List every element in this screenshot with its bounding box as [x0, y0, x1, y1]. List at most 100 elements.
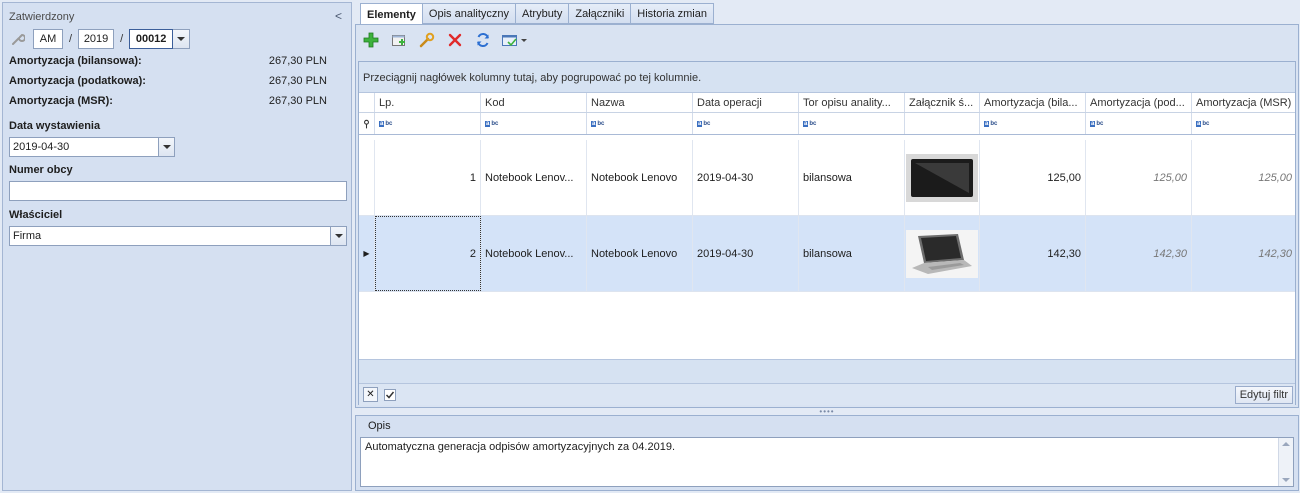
- owner-label: Właściciel: [9, 209, 63, 221]
- description-textarea[interactable]: Automatyczna generacja odpisów amortyzac…: [360, 437, 1294, 487]
- wrench-icon[interactable]: [9, 30, 27, 48]
- cell-amortyzacja-podatkowa[interactable]: 125,00: [1086, 140, 1192, 215]
- cell-amortyzacja-bilansowa[interactable]: 125,00: [980, 140, 1086, 215]
- text-filter-icon: a bc: [803, 120, 817, 127]
- table-row[interactable]: 1 Notebook Lenov... Notebook Lenovo 2019…: [359, 140, 1295, 216]
- filter-tor-opisu[interactable]: a bc: [799, 113, 905, 134]
- document-status: Zatwierdzony: [9, 11, 75, 23]
- cell-kod[interactable]: Notebook Lenov...: [481, 140, 587, 215]
- tablet-thumbnail-image: [906, 153, 978, 202]
- clear-filter-icon[interactable]: ✕: [363, 387, 378, 402]
- collapse-panel-icon[interactable]: <: [335, 9, 342, 23]
- number-prefix-field[interactable]: AM: [33, 29, 63, 49]
- elements-grid: Przeciągnij nagłówek kolumny tutaj, aby …: [358, 61, 1296, 405]
- cell-nazwa[interactable]: Notebook Lenovo: [587, 140, 693, 215]
- tab-atrybuty[interactable]: Atrybuty: [515, 3, 569, 24]
- column-header-data-operacji[interactable]: Data operacji: [693, 93, 799, 112]
- cell-amortyzacja-bilansowa[interactable]: 142,30: [980, 216, 1086, 291]
- amortization-tax-label: Amortyzacja (podatkowa):: [9, 75, 146, 87]
- group-by-hint[interactable]: Przeciągnij nagłówek kolumny tutaj, aby …: [359, 62, 1295, 93]
- tab-opis-analityczny[interactable]: Opis analityczny: [421, 3, 516, 24]
- tab-historia-zmian[interactable]: Historia zmian: [630, 3, 714, 24]
- cell-tor-opisu[interactable]: bilansowa: [799, 216, 905, 291]
- cell-tor-opisu[interactable]: bilansowa: [799, 140, 905, 215]
- issue-date-value: 2019-04-30: [13, 141, 70, 153]
- foreign-number-label: Numer obcy: [9, 164, 73, 176]
- chevron-down-icon: [162, 145, 171, 149]
- cell-data-operacji[interactable]: 2019-04-30: [693, 216, 799, 291]
- table-row[interactable]: ▶ 2 Notebook Lenov... Notebook Lenovo 20…: [359, 216, 1295, 292]
- cell-amortyzacja-msr[interactable]: 142,30: [1192, 216, 1296, 291]
- chevron-down-icon: [177, 37, 186, 41]
- column-header-amortyzacja-msr[interactable]: Amortyzacja (MSR): [1192, 93, 1296, 112]
- calendar-dropdown-button[interactable]: [158, 138, 174, 156]
- column-header-nazwa[interactable]: Nazwa: [587, 93, 693, 112]
- issue-date-field[interactable]: 2019-04-30: [9, 137, 175, 157]
- filter-enabled-checkbox[interactable]: [382, 387, 397, 402]
- description-scrollbar[interactable]: [1278, 438, 1293, 486]
- issue-date-label: Data wystawienia: [9, 120, 101, 132]
- filter-zalacznik[interactable]: [905, 113, 980, 134]
- delete-icon[interactable]: [444, 29, 466, 51]
- column-header-amortyzacja-bilansowa[interactable]: Amortyzacja (bila...: [980, 93, 1086, 112]
- filter-amortyzacja-bilansowa[interactable]: a bc: [980, 113, 1086, 134]
- laptop-thumbnail-image: [906, 229, 978, 278]
- cell-lp[interactable]: 1: [375, 140, 481, 215]
- owner-select[interactable]: Firma: [9, 226, 347, 246]
- filter-kod[interactable]: a bc: [481, 113, 587, 134]
- column-header-lp[interactable]: Lp.: [375, 93, 481, 112]
- amortization-tax-value: 267,30 PLN: [268, 75, 327, 87]
- number-separator: /: [120, 33, 124, 45]
- cell-zalacznik[interactable]: [905, 140, 980, 215]
- tab-zalaczniki[interactable]: Załączniki: [568, 3, 631, 24]
- edit-filter-button[interactable]: Edytuj filtr: [1234, 386, 1293, 404]
- filter-amortyzacja-msr[interactable]: a bc: [1192, 113, 1296, 134]
- grid-toolbar: [360, 29, 530, 51]
- description-text: Automatyczna generacja odpisów amortyzac…: [365, 441, 676, 453]
- filter-nazwa[interactable]: a bc: [587, 113, 693, 134]
- scroll-down-icon[interactable]: [1282, 478, 1290, 482]
- edit-wrench-icon[interactable]: [416, 29, 438, 51]
- document-header-panel: Zatwierdzony < AM / 2019 / 00012 Amortyz…: [2, 2, 352, 491]
- filter-lp[interactable]: a bc: [375, 113, 481, 134]
- grid-summary-footer: [359, 359, 1295, 383]
- cell-zalacznik[interactable]: [905, 216, 980, 291]
- panel-splitter-handle[interactable]: ••••: [355, 407, 1299, 416]
- add-icon[interactable]: [360, 29, 382, 51]
- cell-lp[interactable]: 2: [375, 216, 481, 291]
- text-filter-icon: a bc: [1090, 120, 1104, 127]
- description-panel: Opis Automatyczna generacja odpisów amor…: [355, 415, 1299, 491]
- column-header-amortyzacja-podatkowa[interactable]: Amortyzacja (pod...: [1086, 93, 1192, 112]
- cell-kod[interactable]: Notebook Lenov...: [481, 216, 587, 291]
- column-header-kod[interactable]: Kod: [481, 93, 587, 112]
- description-label: Opis: [368, 420, 391, 432]
- filter-pin-icon[interactable]: [359, 113, 375, 134]
- amortization-tax-row: Amortyzacja (podatkowa): 267,30 PLN: [9, 75, 327, 89]
- add-from-list-icon[interactable]: [388, 29, 410, 51]
- filter-amortyzacja-podatkowa[interactable]: a bc: [1086, 113, 1192, 134]
- row-selected-indicator-icon: ▶: [359, 216, 375, 291]
- foreign-number-input[interactable]: [9, 181, 347, 201]
- owner-dropdown-button[interactable]: [330, 227, 346, 245]
- number-year-field[interactable]: 2019: [78, 29, 115, 49]
- row-indicator: [359, 140, 375, 215]
- cell-data-operacji[interactable]: 2019-04-30: [693, 140, 799, 215]
- filter-data-operacji[interactable]: a bc: [693, 113, 799, 134]
- row-indicator-header: [359, 93, 375, 112]
- owner-value: Firma: [13, 230, 42, 242]
- scroll-up-icon[interactable]: [1282, 442, 1290, 446]
- cell-amortyzacja-podatkowa[interactable]: 142,30: [1086, 216, 1192, 291]
- cell-nazwa[interactable]: Notebook Lenovo: [587, 216, 693, 291]
- amortization-balance-value: 267,30 PLN: [268, 55, 327, 67]
- refresh-icon[interactable]: [472, 29, 494, 51]
- export-icon[interactable]: [500, 29, 530, 51]
- grid-filter-status-bar: ✕ Edytuj filtr: [359, 383, 1295, 405]
- column-header-tor-opisu[interactable]: Tor opisu anality...: [799, 93, 905, 112]
- elements-tab-content: Przeciągnij nagłówek kolumny tutaj, aby …: [355, 24, 1299, 408]
- number-sequence-field[interactable]: 00012: [129, 29, 174, 49]
- column-header-zalacznik[interactable]: Załącznik ś...: [905, 93, 980, 112]
- number-dropdown-button[interactable]: [173, 29, 191, 49]
- cell-amortyzacja-msr[interactable]: 125,00: [1192, 140, 1296, 215]
- text-filter-icon: a bc: [697, 120, 711, 127]
- tab-elementy[interactable]: Elementy: [360, 3, 422, 25]
